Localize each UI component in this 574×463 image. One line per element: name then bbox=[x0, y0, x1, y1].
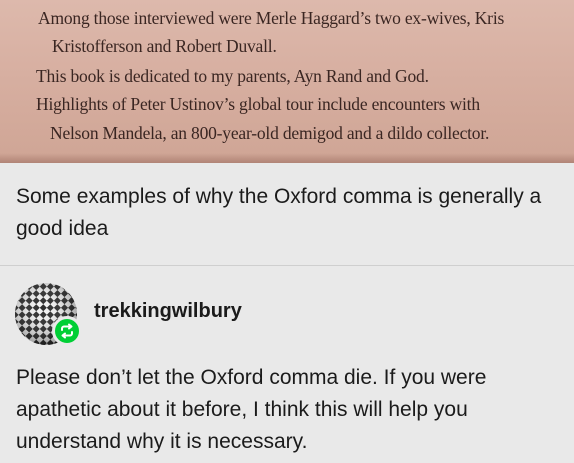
post-body-text: Please don’t let the Oxford comma die. I… bbox=[16, 366, 487, 453]
reblog-arrows-icon bbox=[61, 323, 73, 339]
reblog-icon bbox=[52, 316, 82, 346]
username-link[interactable]: trekkingwilbury bbox=[94, 300, 242, 323]
divider bbox=[0, 265, 574, 266]
book-line: Nelson Mandela, an 800-year-old demigod … bbox=[50, 123, 490, 143]
book-line: Kristofferson and Robert Duvall. bbox=[52, 36, 277, 56]
book-line: This book is dedicated to my parents, Ay… bbox=[36, 66, 429, 86]
book-line: Highlights of Peter Ustinov’s global tou… bbox=[36, 94, 480, 114]
book-line: Among those interviewed were Merle Hagga… bbox=[38, 8, 505, 28]
book-page-photo: Among those interviewed were Merle Hagga… bbox=[0, 0, 574, 163]
post-caption: Some examples of why the Oxford comma is… bbox=[16, 185, 542, 240]
